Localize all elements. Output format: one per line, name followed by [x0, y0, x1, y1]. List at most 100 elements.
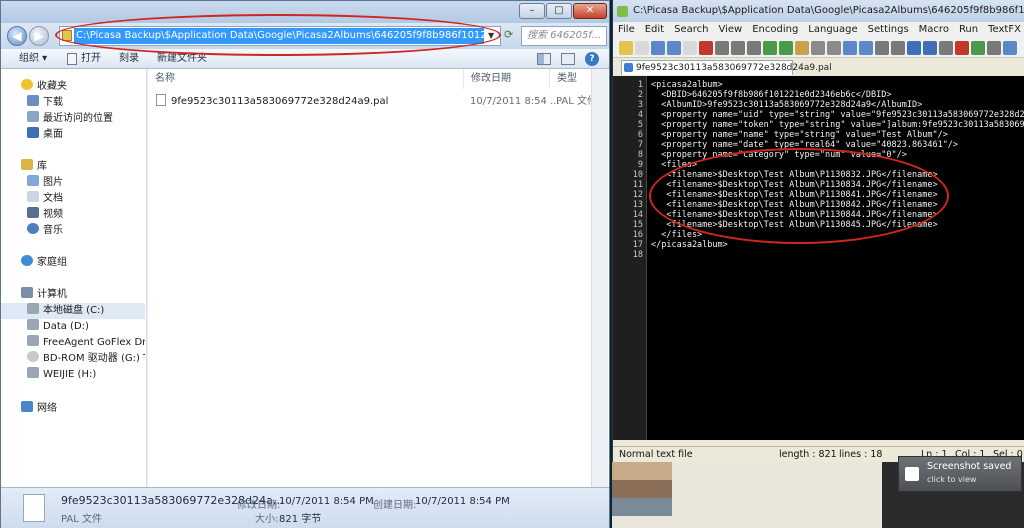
code-line[interactable]: </files> [651, 230, 702, 240]
nav-desktop[interactable]: 桌面 [1, 127, 145, 143]
nav-documents[interactable]: 文档 [1, 191, 145, 207]
navigation-pane: 收藏夹 下载 最近访问的位置 桌面 库 图片 文档 视频 音乐 家庭组 计算机 … [1, 69, 147, 487]
toolbar-icon[interactable] [811, 41, 825, 55]
toolbar-icon[interactable] [891, 41, 905, 55]
toolbar-icon[interactable] [955, 41, 969, 55]
code-line[interactable]: </picasa2album> [651, 240, 728, 250]
toolbar-icon[interactable] [619, 41, 633, 55]
nav-music[interactable]: 音乐 [1, 223, 145, 239]
file-modified: 10/7/2011 8:54 ... [470, 96, 560, 107]
code-line[interactable]: <AlbumID>9fe9523c30113a583069772e328d24a… [651, 100, 922, 110]
library-icon [21, 159, 33, 170]
column-header-name[interactable]: 名称 [148, 69, 464, 89]
toolbar-icon[interactable] [795, 41, 809, 55]
thumbnail-strip [612, 462, 882, 528]
maximize-button[interactable]: □ [546, 3, 572, 19]
photo-thumbnail [612, 480, 672, 498]
toolbar-icon[interactable] [923, 41, 937, 55]
close-button[interactable]: ✕ [573, 3, 607, 19]
toolbar-icon[interactable] [971, 41, 985, 55]
npp-editor[interactable]: 1 2 3 4 5 6 7 8 9 10 11 12 13 14 15 16 17 18 <picasa2albu… [613, 76, 1024, 440]
nav-label: 桌面 [43, 129, 63, 140]
toolbar-icon[interactable] [907, 41, 921, 55]
menu-item[interactable]: Macro [914, 22, 954, 38]
usb-drive-icon [27, 367, 39, 378]
nav-videos[interactable]: 视频 [1, 207, 145, 223]
preview-pane-icon[interactable] [561, 53, 575, 65]
nav-favorites[interactable]: 收藏夹 [1, 79, 145, 95]
open-button[interactable]: 打开 [81, 49, 101, 69]
code-line[interactable]: <DBID>646205f9f8b986f101221e0d2346eb6c</… [651, 90, 891, 100]
column-header-type[interactable]: 类型 [550, 69, 592, 89]
organize-button[interactable]: 组织 ▾ [19, 49, 47, 69]
toolbar-icon[interactable] [731, 41, 745, 55]
menu-item[interactable]: Search [669, 22, 713, 38]
screenshot-toast[interactable]: Screenshot saved click to view [898, 456, 1022, 492]
toolbar-icon[interactable] [987, 41, 1001, 55]
toolbar-icon[interactable] [667, 41, 681, 55]
nav-drive-d[interactable]: Data (D:) [1, 319, 145, 335]
menu-item[interactable]: Encoding [747, 22, 803, 38]
disc-icon [27, 351, 39, 362]
nav-label: 下载 [43, 97, 63, 108]
annotation-ellipse-address [55, 14, 501, 56]
nav-label: BD-ROM 驱动器 (G:) TON [43, 353, 145, 364]
toolbar-icon[interactable] [939, 41, 953, 55]
nav-drive-freeagent[interactable]: FreeAgent GoFlex Drive ( [1, 335, 145, 351]
recent-places-icon [27, 111, 39, 122]
toolbar-icon[interactable] [715, 41, 729, 55]
menu-item[interactable]: File [613, 22, 640, 38]
nav-recent[interactable]: 最近访问的位置 [1, 111, 145, 127]
npp-toolbar [613, 38, 1024, 58]
menu-item[interactable]: Edit [640, 22, 669, 38]
toolbar-icon[interactable] [827, 41, 841, 55]
refresh-icon[interactable]: ⟳ [504, 29, 516, 41]
annotation-ellipse-files [649, 148, 949, 244]
nav-drive-h[interactable]: WEIJIE (H:) [1, 367, 145, 383]
toolbar-icon[interactable] [683, 41, 697, 55]
npp-file-tab[interactable]: 9fe9523c30113a583069772e328d24a9.pal [621, 60, 832, 75]
menu-item[interactable]: View [713, 22, 747, 38]
view-icon[interactable] [537, 53, 551, 65]
nav-drive-bd[interactable]: BD-ROM 驱动器 (G:) TON [1, 351, 145, 367]
code-line[interactable]: <property name="uid" type="string" value… [651, 110, 1024, 120]
help-icon[interactable]: ? [585, 52, 599, 66]
forward-button[interactable]: ▶ [29, 26, 49, 46]
menu-item[interactable]: Language [803, 22, 862, 38]
toolbar-icon[interactable] [875, 41, 889, 55]
toolbar-icon[interactable] [779, 41, 793, 55]
nav-label: 音乐 [43, 225, 63, 236]
nav-pictures[interactable]: 图片 [1, 175, 145, 191]
nav-homegroup[interactable]: 家庭组 [1, 255, 145, 271]
toolbar-icon[interactable] [843, 41, 857, 55]
toolbar-icon[interactable] [699, 41, 713, 55]
toolbar-icon[interactable] [651, 41, 665, 55]
nav-network[interactable]: 网络 [1, 401, 145, 417]
code-line[interactable]: <picasa2album> [651, 80, 723, 90]
toolbar-icon[interactable] [747, 41, 761, 55]
toolbar-icon[interactable] [859, 41, 873, 55]
menu-item[interactable]: TextFX [983, 22, 1024, 38]
file-row[interactable]: 9fe9523c30113a583069772e328d24a9.pal 10/… [156, 93, 608, 111]
column-header-modified[interactable]: 修改日期 [464, 69, 550, 89]
code-area[interactable]: <picasa2album> <DBID>646205f9f8b986f1012… [613, 76, 1024, 440]
toolbar-icon[interactable] [1003, 41, 1017, 55]
nav-libraries[interactable]: 库 [1, 159, 145, 175]
burn-button[interactable]: 刻录 [119, 49, 139, 69]
menu-item[interactable]: Settings [863, 22, 914, 38]
vertical-scrollbar[interactable] [591, 69, 608, 487]
nav-drive-c[interactable]: 本地磁盘 (C:) [1, 303, 145, 319]
toolbar-icon[interactable] [763, 41, 777, 55]
search-input[interactable]: 搜索 646205f... [521, 26, 607, 46]
code-line[interactable]: <property name="name" type="string" valu… [651, 130, 948, 140]
minimize-button[interactable]: – [519, 3, 545, 19]
screenshot-icon [905, 467, 919, 481]
documents-icon [27, 191, 39, 202]
code-line[interactable]: <property name="token" type="string" val… [651, 120, 1024, 130]
back-button[interactable]: ◀ [7, 26, 27, 46]
details-created-label: 创建日期: [373, 500, 417, 511]
nav-downloads[interactable]: 下载 [1, 95, 145, 111]
menu-item[interactable]: Run [954, 22, 983, 38]
nav-computer[interactable]: 计算机 [1, 287, 145, 303]
toolbar-icon[interactable] [635, 41, 649, 55]
